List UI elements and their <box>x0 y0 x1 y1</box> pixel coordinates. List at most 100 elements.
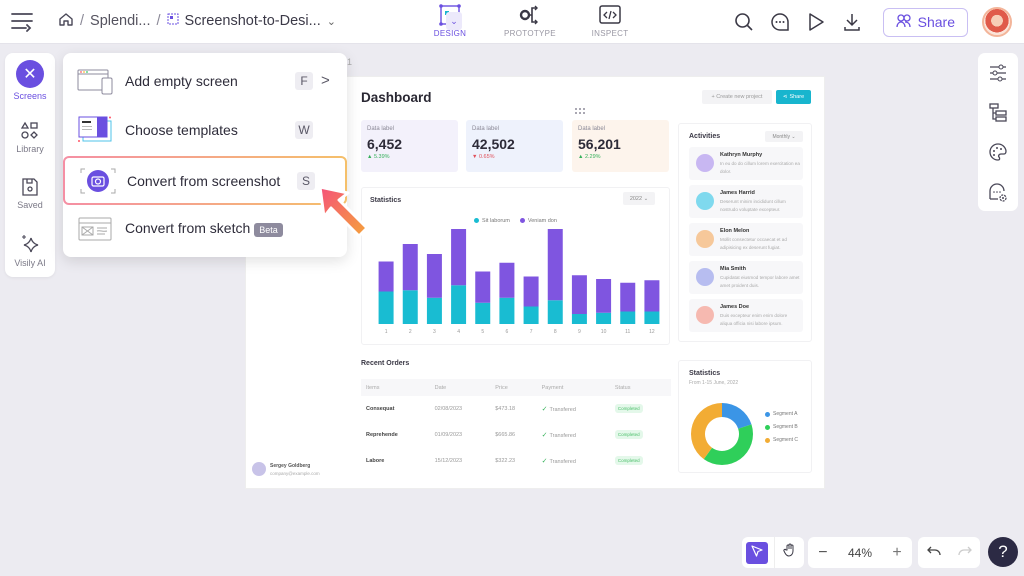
order-payment: ✓ Transfered <box>537 396 610 422</box>
stat-label: Data label <box>472 126 500 132</box>
sliders-icon[interactable] <box>987 62 1009 84</box>
select-tool-button[interactable] <box>746 541 768 564</box>
order-date: 02/08/2023 <box>434 406 463 412</box>
menu-item-convert-from-sketch[interactable]: Convert from sketch Beta <box>63 204 347 253</box>
order-item: Consequat <box>366 406 395 412</box>
breadcrumb-project[interactable]: Splendi... <box>90 13 150 29</box>
menu-item-label: Choose templates <box>125 121 238 138</box>
order-date: 01/09/2023 <box>434 432 463 438</box>
avatar <box>252 462 266 476</box>
create-project-button[interactable]: + Create new project <box>702 90 772 104</box>
home-icon[interactable] <box>58 11 74 31</box>
activity-item[interactable]: James Doe Duis excepteur enim enim dolor… <box>689 299 803 332</box>
play-icon[interactable] <box>805 11 827 33</box>
monthly-filter[interactable]: Monthly ⌄ <box>765 131 803 142</box>
donut-chart <box>691 403 753 465</box>
legend-label: Segment A <box>773 411 798 417</box>
left-rail: ✕ Screens Library Saved Visily AI <box>5 53 55 277</box>
redo-button[interactable] <box>957 544 972 562</box>
stat-change: ▲ 5.39% <box>367 154 390 160</box>
order-item: Labore <box>366 458 385 464</box>
bar-sit-laborum <box>475 302 491 324</box>
menu-item-choose-templates[interactable]: Choose templates W <box>63 105 347 154</box>
rail-label: Screens <box>13 91 47 101</box>
x-tick-label: 2 <box>409 329 412 335</box>
activity-name: James Harrid <box>720 190 755 196</box>
zoom-controls: − 44% + <box>808 537 912 568</box>
rail-item-library[interactable]: Library <box>5 121 55 154</box>
recent-orders: Recent Orders Items Date Price Payment S… <box>361 357 671 477</box>
statistics-bar-card: Statistics 2022 ⌄ Sit laborum Veniam don… <box>361 187 670 345</box>
breadcrumb-file[interactable]: Screenshot-to-Desi... <box>185 13 321 29</box>
table-row[interactable]: Reprehende 01/09/2023 $665.86 ✓ Transfere… <box>361 422 671 448</box>
design-dropdown-button[interactable]: ⌄ <box>446 12 462 30</box>
x-tick-label: 7 <box>530 329 533 335</box>
stat-card: Data label 56,201 ▲ 2.29% <box>572 120 669 172</box>
x-tick-label: 3 <box>433 329 436 335</box>
check-icon: ✓ <box>541 458 548 465</box>
bar-sit-laborum <box>547 300 563 324</box>
table-row[interactable]: Labore 15/12/2023 $322.23 ✓ Transfered Co… <box>361 448 671 474</box>
activity-item[interactable]: Mia Smith Cupidatat eiusmod tempor labor… <box>689 261 803 294</box>
chevron-down-icon[interactable]: ⌄ <box>327 15 336 28</box>
x-tick-label: 1 <box>385 329 388 335</box>
menu-item-convert-from-screenshot[interactable]: Convert from screenshot S <box>63 156 347 205</box>
menu-icon[interactable] <box>10 10 34 32</box>
avatar <box>696 154 714 172</box>
legend-item: Segment B <box>765 424 798 430</box>
palette-icon[interactable] <box>987 141 1009 163</box>
tab-prototype[interactable]: PROTOTYPE <box>490 3 570 38</box>
bar-veniam-don <box>426 254 442 298</box>
avatar <box>696 192 714 210</box>
dashboard-share-button[interactable]: ⋖ Share <box>776 90 811 104</box>
shortcut-key: F <box>295 71 313 90</box>
x-tick-label: 8 <box>554 329 557 335</box>
users-icon <box>895 13 912 31</box>
stat-change: ▼ 0.65% <box>472 154 495 160</box>
legend-label: Segment C <box>773 437 799 443</box>
download-icon[interactable] <box>841 11 863 33</box>
rail-item-visily-ai[interactable]: Visily AI <box>5 233 55 268</box>
shapes-icon <box>20 121 40 143</box>
bar-sit-laborum <box>451 285 467 324</box>
hand-tool-button[interactable] <box>783 543 797 562</box>
column-header: Status <box>609 379 671 396</box>
menu-item-label: Convert from screenshot <box>127 172 281 189</box>
zoom-in-button[interactable]: + <box>892 544 901 562</box>
bar-sit-laborum <box>596 312 612 324</box>
zoom-out-button[interactable]: − <box>818 544 827 562</box>
drag-handle-icon[interactable] <box>574 107 586 115</box>
donut-slice-segment-b <box>703 424 753 465</box>
stat-card: Data label 42,502 ▼ 0.65% <box>466 120 563 172</box>
zoom-level[interactable]: 44% <box>848 546 872 560</box>
undo-button[interactable] <box>926 544 941 562</box>
search-icon[interactable] <box>733 11 755 33</box>
frame-number: 1 <box>347 57 353 67</box>
legend-item: Segment A <box>765 411 798 417</box>
component-settings-icon[interactable] <box>987 181 1009 203</box>
menu-item-add-empty-screen[interactable]: Add empty screen F > <box>63 56 347 105</box>
help-button[interactable]: ? <box>988 537 1018 567</box>
bar-veniam-don <box>571 275 587 314</box>
bar-veniam-don <box>523 276 539 307</box>
tab-inspect[interactable]: INSPECT <box>570 3 650 38</box>
top-bar: / Splendi... / Screenshot-to-Desi... ⌄ D… <box>0 0 1024 44</box>
activity-item[interactable]: Kathryn Murphy In eu do do cillum lorem … <box>689 147 803 180</box>
payment-status: Transfered <box>549 433 576 439</box>
sketch-icon <box>77 215 115 243</box>
share-button[interactable]: Share <box>882 7 968 37</box>
layers-icon[interactable] <box>987 101 1009 123</box>
sparkle-icon <box>19 233 41 257</box>
comment-icon[interactable] <box>769 11 791 33</box>
activity-item[interactable]: James Harrid Deserunt minim incididunt c… <box>689 185 803 218</box>
rail-item-saved[interactable]: Saved <box>5 177 55 210</box>
table-row[interactable]: Consequat 02/08/2023 $473.18 ✓ Transfered… <box>361 396 671 422</box>
undo-icon <box>926 544 941 561</box>
stat-value: 42,502 <box>472 136 515 152</box>
stat-card: Data label 6,452 ▲ 5.39% <box>361 120 458 172</box>
dashboard-share-label: Share <box>789 94 805 100</box>
activity-item[interactable]: Elon Melon Mollit consectetur occaecat e… <box>689 223 803 256</box>
donut-legend: Segment A Segment B Segment C <box>765 411 798 450</box>
rail-item-screens[interactable]: ✕ Screens <box>5 60 55 101</box>
user-avatar[interactable] <box>982 7 1012 37</box>
